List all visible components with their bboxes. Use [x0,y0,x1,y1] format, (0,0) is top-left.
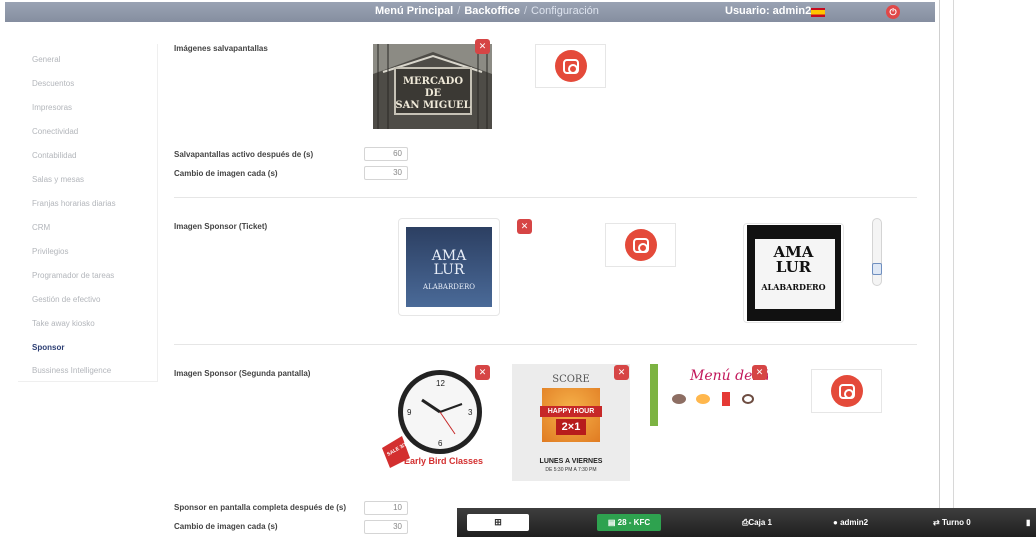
crumb-main-menu[interactable]: Menú Principal [375,5,453,17]
sidebar-item-sponsor[interactable]: Sponsor [32,343,64,352]
sidebar-item-contabilidad[interactable]: Contabilidad [32,151,76,160]
screensaver-change-input[interactable]: 30 [364,166,408,180]
turno-label: Turno 0 [941,518,971,527]
sidebar-item-salas[interactable]: Salas y mesas [32,175,84,184]
turno-button[interactable]: ⇄ Turno 0 [933,518,971,527]
screensaver-title: Imágenes salvapantallas [174,44,268,53]
register-icon: ▤ [607,518,618,527]
scroll-gutter [940,0,954,537]
sidebar-item-general[interactable]: General [32,55,60,64]
second-screen-image-menu[interactable]: Menú del día [650,364,768,426]
instagram-icon [624,229,657,261]
spain-flag-icon[interactable] [811,8,825,17]
second-screen-image-score[interactable]: SCORE HAPPY HOUR 2×1 LUNES A VIERNES DE … [512,364,630,481]
svg-text:9: 9 [407,408,412,417]
pos-taskbar: ⊞ ▤ 28 - KFC ⎙Caja 1 ● admin2 ⇄ Turno 0 … [457,508,1036,537]
calendar-icon[interactable]: ▮ [1026,518,1030,527]
menu-dishes-graphic [672,392,762,406]
section-divider [174,344,917,345]
add-second-screen-image-button[interactable] [811,369,882,413]
user-icon: ● [833,518,841,527]
crumb-backoffice[interactable]: Backoffice [464,5,520,17]
sidebar-item-conectividad[interactable]: Conectividad [32,127,78,136]
amalur-bw-image: AMA LUR ALABARDERO [746,225,841,321]
threshold-slider-handle[interactable] [872,263,882,275]
app-frame: Menú Principal / Backoffice / Configuración … [0,0,940,537]
delete-image-button[interactable]: ✕ [475,39,490,54]
instagram-icon [554,50,587,82]
caja-label: Caja 1 [748,518,772,527]
delete-score-image-button[interactable]: ✕ [614,365,629,380]
crumb-separator: / [457,5,461,17]
add-ticket-image-button[interactable] [605,223,676,267]
delete-ticket-image-button[interactable]: ✕ [517,219,532,234]
ticket-bw-preview: AMA LUR ALABARDERO [743,223,844,323]
second-change-label: Cambio de imagen cada (s) [174,522,278,531]
screensaver-image-mercado[interactable]: MERCADO DE SAN MIGUEL [373,44,492,129]
svg-text:6: 6 [438,439,443,448]
sidebar-item-efectivo[interactable]: Gestión de efectivo [32,295,100,304]
mercado-line1: MERCADO [402,76,464,87]
crumb-configuration: Configuración [531,5,599,17]
svg-text:12: 12 [436,379,445,388]
delete-menu-image-button[interactable]: ✕ [752,365,767,380]
amalur-word3: ALABARDERO [423,283,475,291]
crumb-separator: / [523,5,528,17]
amalur-photo-text: AMA LUR ALABARDERO [406,249,492,294]
sidebar-item-programador[interactable]: Programador de tareas [32,271,114,280]
second-screen-title: Imagen Sponsor (Segunda pantalla) [174,369,311,378]
threshold-slider[interactable] [872,218,882,286]
sidebar-item-bi[interactable]: Bussiness Intelligence [32,366,111,375]
amalur-bw-word2: LUR [775,258,812,276]
second-screen-image-clock[interactable]: 12 3 6 9 SALE 3/12 Early Bird Classes [380,364,490,474]
score-banner: HAPPY HOUR [540,406,602,417]
fullscreen-after-input[interactable]: 10 [364,501,408,515]
menu-green-strip [650,364,658,426]
store-label: 28 - KFC [617,518,651,527]
settings-sidebar: General Descuentos Impresoras Conectivid… [18,44,158,382]
amalur-bw-word3: ALABARDERO [761,282,826,292]
user-label: Usuario: admin2 [725,5,812,17]
score-title: SCORE [552,374,590,385]
score-hours: DE 5:30 PM A 7:30 PM [545,467,597,473]
clock-caption: Early Bird Classes [404,456,484,466]
ticket-sponsor-title: Imagen Sponsor (Ticket) [174,222,268,231]
svg-text:3: 3 [468,408,473,417]
mercado-line3: SAN MIGUEL [395,100,471,111]
mercado-sign-text: MERCADO DE SAN MIGUEL [395,76,471,112]
screensaver-change-label: Cambio de imagen cada (s) [174,169,278,178]
screensaver-active-label: Salvapantallas activo después de (s) [174,150,314,159]
sidebar-item-kiosko[interactable]: Take away kiosko [32,319,95,328]
sidebar-item-descuentos[interactable]: Descuentos [32,79,74,88]
swap-icon: ⇄ [933,518,942,527]
mercado-line2: DE [424,88,442,99]
sidebar-item-privilegios[interactable]: Privilegios [32,247,68,256]
ticket-sponsor-image[interactable]: AMA LUR ALABARDERO [398,218,500,316]
second-change-input[interactable]: 30 [364,520,408,534]
top-header: Menú Principal / Backoffice / Configuración … [5,2,935,22]
power-icon[interactable]: ⏻ [886,5,900,19]
apps-grid-button[interactable]: ⊞ [467,514,529,531]
caja-button[interactable]: ⎙Caja 1 [742,518,772,528]
amalur-photo: AMA LUR ALABARDERO [406,227,492,307]
section-divider [174,197,917,198]
sidebar-item-franjas[interactable]: Franjas horarias diarias [32,199,116,208]
store-button[interactable]: ▤ 28 - KFC [597,514,661,531]
screensaver-active-input[interactable]: 60 [364,147,408,161]
user-button[interactable]: ● admin2 [833,518,868,527]
add-screensaver-image-button[interactable] [535,44,606,88]
grid-icon: ⊞ [494,517,502,527]
taskbar-user-label: admin2 [840,518,869,527]
score-days: LUNES A VIERNES [539,458,603,465]
sidebar-item-impresoras[interactable]: Impresoras [32,103,72,112]
amalur-word1: AMA [431,248,467,264]
breadcrumb: Menú Principal / Backoffice / Configuración [375,5,599,17]
amalur-word2: LUR [433,262,465,278]
delete-clock-image-button[interactable]: ✕ [475,365,490,380]
amalur-bw-text: AMA LUR ALABARDERO [747,245,841,295]
instagram-icon [830,375,863,407]
score-offer: 2×1 [556,419,586,435]
fullscreen-after-label: Sponsor en pantalla completa después de … [174,503,347,512]
sidebar-item-crm[interactable]: CRM [32,223,50,232]
